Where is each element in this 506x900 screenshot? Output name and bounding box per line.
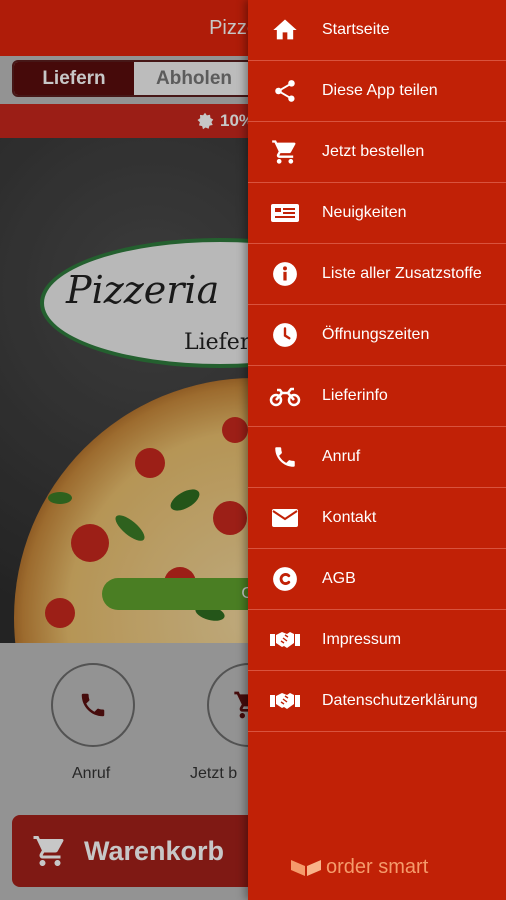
menu-item-opening-hours[interactable]: Öffnungszeiten <box>248 305 506 366</box>
cart-icon <box>272 140 296 164</box>
menu-item-label: Datenschutzerklärung <box>322 692 478 709</box>
menu-item-label: Impressum <box>322 631 402 648</box>
navigation-drawer: Startseite Diese App teilen Jetzt bestel… <box>248 0 506 900</box>
menu-item-label: Diese App teilen <box>322 82 438 99</box>
menu-item-contact[interactable]: Kontakt <box>248 488 506 549</box>
info-icon <box>273 262 297 286</box>
menu-item-order-now[interactable]: Jetzt bestellen <box>248 122 506 183</box>
menu-item-label: Öffnungszeiten <box>322 326 430 343</box>
copyright-icon <box>273 567 297 591</box>
menu-item-startseite[interactable]: Startseite <box>248 0 506 61</box>
menu-item-label: Startseite <box>322 21 390 38</box>
handshake-icon <box>270 693 300 709</box>
menu-item-label: Anruf <box>322 448 361 465</box>
order-smart-logo-icon <box>291 859 321 876</box>
menu-item-privacy[interactable]: Datenschutzerklärung <box>248 671 506 732</box>
phone-icon <box>275 447 295 467</box>
menu-item-imprint[interactable]: Impressum <box>248 610 506 671</box>
menu-item-label: Neuigkeiten <box>322 204 407 221</box>
drawer-scrim[interactable] <box>0 0 248 900</box>
menu-item-label: Jetzt bestellen <box>322 143 425 160</box>
menu-item-delivery-info[interactable]: Lieferinfo <box>248 366 506 427</box>
mail-icon <box>272 509 298 527</box>
menu-item-label: Kontakt <box>322 509 377 526</box>
home-icon <box>273 19 297 40</box>
news-icon <box>271 204 299 222</box>
share-icon <box>275 80 295 102</box>
menu-item-label: AGB <box>322 570 356 587</box>
menu-item-call[interactable]: Anruf <box>248 427 506 488</box>
menu-item-share[interactable]: Diese App teilen <box>248 61 506 122</box>
menu-item-additives[interactable]: Liste aller Zusatzstoffe <box>248 244 506 305</box>
menu-item-terms[interactable]: AGB <box>248 549 506 610</box>
brand-footer: order smart <box>290 856 428 879</box>
handshake-icon <box>270 632 300 648</box>
menu-item-news[interactable]: Neuigkeiten <box>248 183 506 244</box>
menu-item-label: Lieferinfo <box>322 387 388 404</box>
clock-icon <box>273 323 297 347</box>
motorbike-icon <box>269 387 301 407</box>
brand-name: order smart <box>326 856 429 878</box>
menu-item-label: Liste aller Zusatzstoffe <box>322 265 482 282</box>
